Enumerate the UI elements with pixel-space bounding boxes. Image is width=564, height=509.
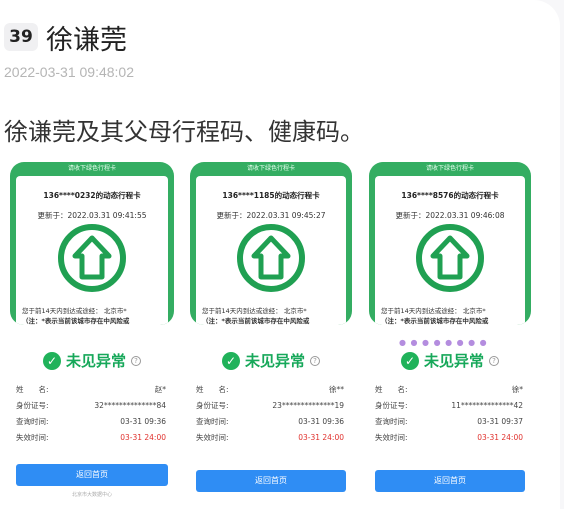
trip-card-image[interactable]: 请收下绿色行程卡 136****1185的动态行程卡 更新于：2022.03.3… <box>190 162 352 325</box>
up-arrow-circle-icon <box>416 224 484 292</box>
health-status-text: 未见异常 <box>423 352 484 370</box>
health-status-text: 未见异常 <box>65 352 126 370</box>
health-row-id: 身份证号: 23**************19 <box>196 401 344 410</box>
health-card-image[interactable]: ✓ 未见异常 ? 姓 名: 赵* 身份证号: 32**************84 … <box>10 338 174 504</box>
health-row-query: 查询时间: 03-31 09:36 <box>16 417 166 426</box>
trip-card-header: 请收下绿色行程卡 <box>67 165 116 172</box>
health-row-expire: 失效时间: 03-31 24:00 <box>375 433 523 442</box>
trip-card-image[interactable]: 请收下绿色行程卡 136****8576的动态行程卡 更新于：2022.03.3… <box>369 162 531 325</box>
trip-card-body: 136****0232的动态行程卡 更新于：2022.03.31 09:41:5… <box>16 176 168 325</box>
health-row-id: 身份证号: 32**************84 <box>16 401 166 410</box>
trip-updated: 更新于：2022.03.31 09:46:08 <box>395 211 505 220</box>
trip-card-body: 136****8576的动态行程卡 更新于：2022.03.31 09:46:0… <box>375 176 525 325</box>
health-footer: 北京市大数据中心 <box>71 492 112 498</box>
trip-updated: 更新于：2022.03.31 09:41:55 <box>37 211 147 220</box>
trip-card-image[interactable]: 请收下绿色行程卡 136****0232的动态行程卡 更新于：2022.03.3… <box>10 162 174 325</box>
health-card-image[interactable]: ✓ 未见异常 ? 姓 名: 徐** 身份证号: 23**************19… <box>190 338 352 504</box>
health-row-expire: 失效时间: 03-31 24:00 <box>196 433 344 442</box>
author-name[interactable]: 徐谦莞 <box>46 18 127 57</box>
trip-phone-line: 136****8576的动态行程卡 <box>401 191 499 200</box>
health-row-name: 姓 名: 赵* <box>16 385 166 394</box>
return-home-button[interactable]: 返回首页 <box>375 470 525 492</box>
health-row-query: 查询时间: 03-31 09:37 <box>375 417 523 426</box>
check-circle-icon: ✓ <box>221 351 240 370</box>
trip-card-header: 请收下绿色行程卡 <box>425 165 474 172</box>
health-row-name: 姓 名: 徐* <box>375 385 523 394</box>
health-status: ✓ 未见异常 ? <box>190 350 352 371</box>
up-arrow-circle-icon <box>58 224 126 292</box>
trip-updated: 更新于：2022.03.31 09:45:27 <box>216 211 326 220</box>
post-container: 39 徐谦莞 2022-03-31 09:48:02 徐谦莞及其父母行程码、健康… <box>0 0 564 509</box>
trip-note: （注：*表示当前该城市存在中风险或 <box>22 317 130 325</box>
trip-note: （注：*表示当前该城市存在中风险或 <box>381 317 489 325</box>
health-row-query: 查询时间: 03-31 09:36 <box>196 417 344 426</box>
health-card-image[interactable]: ● ● ● ● ● ● ● ● ✓ 未见异常 ? 姓 名: 徐* 身份证号: 11*… <box>369 338 531 504</box>
question-circle-icon: ? <box>310 355 320 366</box>
trip-route: 您于前14天内到达或途经： 北京市* <box>381 307 486 315</box>
post-text: 徐谦莞及其父母行程码、健康码。 <box>4 118 364 146</box>
health-row-name: 姓 名: 徐** <box>196 385 344 394</box>
image-grid: 请收下绿色行程卡 136****0232的动态行程卡 更新于：2022.03.3… <box>0 160 540 505</box>
return-home-button[interactable]: 返回首页 <box>16 464 168 486</box>
trip-route: 您于前14天内到达或途经： 北京市* <box>202 307 307 315</box>
post-header: 39 徐谦莞 <box>4 18 127 57</box>
health-row-expire: 失效时间: 03-31 24:00 <box>16 433 166 442</box>
trip-phone-line: 136****1185的动态行程卡 <box>222 191 320 200</box>
trip-phone-line: 136****0232的动态行程卡 <box>43 191 141 200</box>
rank-badge: 39 <box>4 23 38 51</box>
trip-card-header: 请收下绿色行程卡 <box>246 165 295 172</box>
trip-route: 您于前14天内到达或途经： 北京市* <box>22 307 127 315</box>
health-row-id: 身份证号: 11**************42 <box>375 401 523 410</box>
up-arrow-circle-icon <box>237 224 305 292</box>
health-status-text: 未见异常 <box>244 352 305 370</box>
question-circle-icon: ? <box>131 355 141 366</box>
health-status: ✓ 未见异常 ? <box>10 350 174 371</box>
trip-card-body: 136****1185的动态行程卡 更新于：2022.03.31 09:45:2… <box>196 176 346 325</box>
check-circle-icon: ✓ <box>400 351 419 370</box>
return-home-button[interactable]: 返回首页 <box>196 470 346 492</box>
post-card: 39 徐谦莞 2022-03-31 09:48:02 徐谦莞及其父母行程码、健康… <box>0 0 560 509</box>
health-status: ✓ 未见异常 ? <box>369 350 531 371</box>
check-circle-icon: ✓ <box>42 351 61 370</box>
question-circle-icon: ? <box>489 355 499 366</box>
post-timestamp: 2022-03-31 09:48:02 <box>4 64 134 80</box>
trip-note: （注：*表示当前该城市存在中风险或 <box>202 317 310 325</box>
decorative-dots: ● ● ● ● ● ● ● ● <box>399 338 488 347</box>
